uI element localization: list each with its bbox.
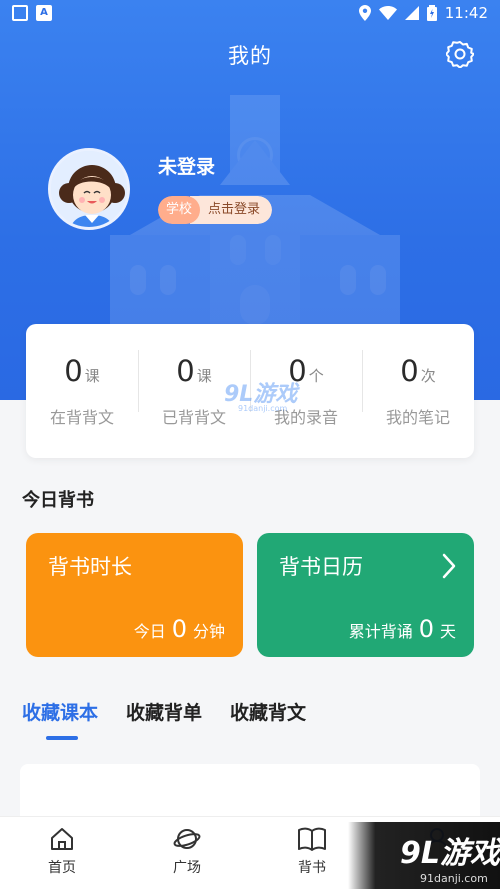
study-duration-card[interactable]: 背书时长 今日 0 分钟 — [26, 533, 243, 657]
username: 未登录 — [158, 156, 216, 178]
card-footer-value: 0 — [418, 615, 434, 643]
school-tag: 学校 — [158, 196, 201, 224]
watermark-corner-logo: 9L游戏 — [400, 836, 500, 871]
stat-value: 0 — [400, 354, 419, 388]
gear-icon — [445, 41, 475, 69]
section-title-today: 今日背书 — [22, 490, 94, 511]
stat-unit: 课 — [196, 367, 212, 385]
settings-button[interactable] — [445, 40, 475, 69]
stat-notes[interactable]: 0次 我的笔记 — [362, 324, 474, 458]
watermark-logo: 9L游戏 91danji.com — [224, 376, 297, 413]
card-footer-value: 0 — [171, 615, 187, 643]
card-footer: 今日 0 分钟 — [134, 615, 225, 643]
status-bar: A 11:42 — [0, 0, 500, 28]
card-title: 背书日历 — [279, 555, 363, 579]
school-login-pill[interactable]: 学校 点击登录 — [158, 196, 273, 224]
card-footer: 累计背诵 0 天 — [349, 615, 456, 643]
watermark-corner-site: 91danji.com — [420, 872, 488, 885]
tab-favorite-texts[interactable]: 收藏背文 — [230, 698, 306, 725]
home-icon — [51, 828, 73, 850]
chevron-right-icon — [442, 553, 456, 579]
wifi-icon — [378, 6, 397, 20]
login-link[interactable]: 点击登录 — [190, 196, 273, 224]
notification-square-icon — [12, 5, 28, 21]
a-badge-icon: A — [36, 5, 52, 21]
nav-label: 首页 — [48, 860, 76, 876]
planet-icon — [173, 829, 201, 849]
nav-item-recite[interactable]: 背书 — [272, 825, 352, 877]
card-title: 背书时长 — [48, 555, 132, 579]
watermark-corner: 9L游戏 91danji.com — [348, 822, 500, 889]
active-tab-indicator — [46, 736, 78, 740]
clock-text: 11:42 — [444, 4, 488, 22]
stat-unit: 次 — [420, 367, 436, 385]
tab-favorite-word-lists[interactable]: 收藏背单 — [126, 698, 202, 725]
favorites-content-panel — [20, 764, 480, 824]
stat-unit: 课 — [84, 367, 100, 385]
stat-value: 0 — [176, 354, 195, 388]
book-icon — [298, 827, 326, 851]
nav-label: 背书 — [298, 860, 326, 876]
avatar[interactable] — [48, 148, 130, 230]
nav-label: 广场 — [173, 860, 201, 876]
stat-in-progress[interactable]: 0课 在背背文 — [26, 324, 138, 458]
signal-icon — [404, 6, 419, 20]
favorites-tabs: 收藏课本 收藏背单 收藏背文 — [22, 698, 306, 725]
card-footer-suffix: 天 — [439, 622, 456, 641]
stat-value: 0 — [64, 354, 83, 388]
tab-favorite-textbooks[interactable]: 收藏课本 — [22, 698, 98, 725]
card-footer-prefix: 今日 — [133, 622, 166, 641]
card-footer-prefix: 累计背诵 — [348, 622, 413, 641]
nav-item-home[interactable]: 首页 — [22, 825, 102, 877]
study-calendar-card[interactable]: 背书日历 累计背诵 0 天 — [257, 533, 474, 657]
page-title: 我的 — [228, 44, 272, 68]
stat-label: 在背背文 — [49, 408, 114, 427]
title-bar: 我的 — [0, 36, 500, 72]
stat-unit: 个 — [308, 367, 324, 385]
battery-icon — [426, 5, 437, 21]
location-icon — [358, 5, 371, 21]
nav-item-square[interactable]: 广场 — [147, 825, 227, 877]
stat-label: 我的笔记 — [385, 408, 450, 427]
card-footer-suffix: 分钟 — [192, 622, 225, 641]
